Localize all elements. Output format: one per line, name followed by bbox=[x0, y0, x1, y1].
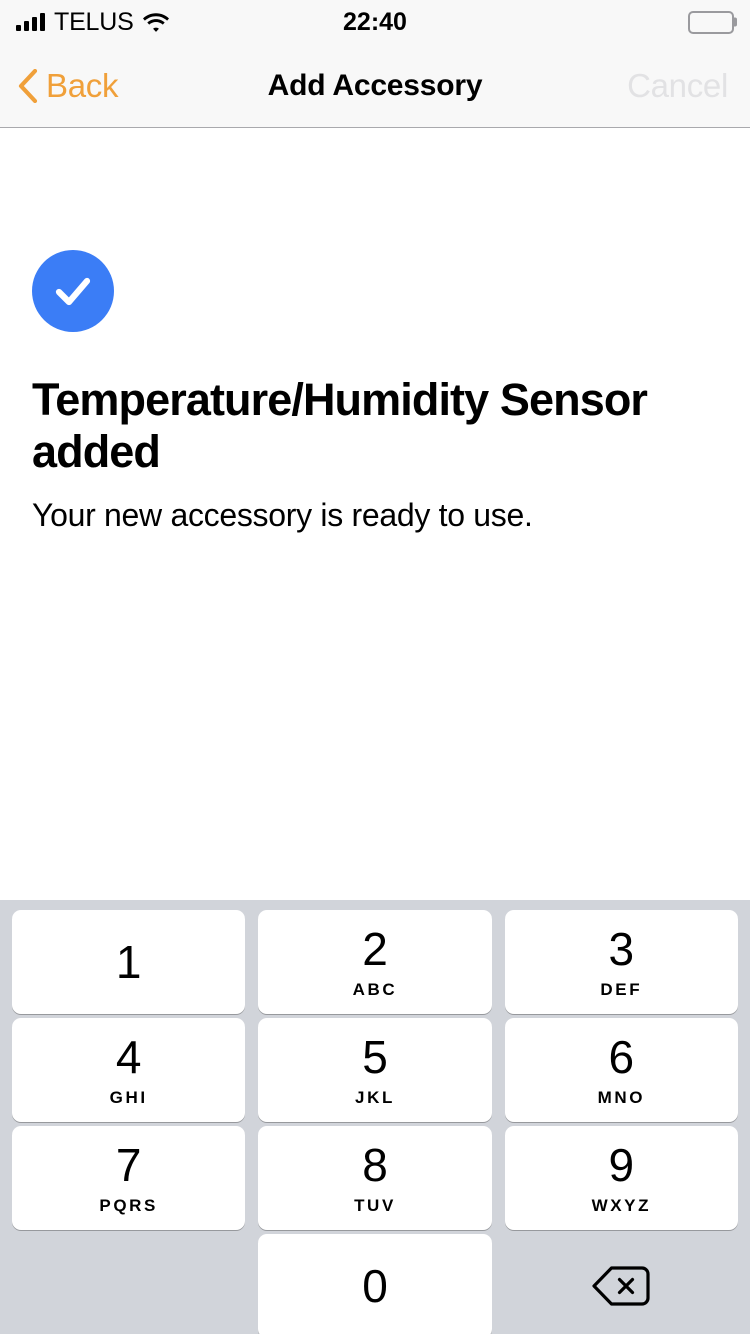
key-digit: 5 bbox=[362, 1031, 388, 1083]
key-letters: TUV bbox=[354, 1196, 396, 1215]
keypad-spacer bbox=[12, 1234, 245, 1334]
key-letters: WXYZ bbox=[591, 1196, 652, 1215]
key-9[interactable]: 9 WXYZ bbox=[504, 1126, 738, 1230]
key-6[interactable]: 6 MNO bbox=[504, 1018, 738, 1122]
carrier-label: TELUS bbox=[54, 7, 134, 36]
key-2[interactable]: 2 ABC bbox=[258, 910, 492, 1014]
iphone-screen: TELUS 22:40 Back Add Accessory Cancel Te… bbox=[0, 0, 750, 1334]
keypad-row: 4 GHI 5 JKL 6 MNO bbox=[0, 1018, 750, 1122]
battery-icon bbox=[688, 10, 737, 34]
key-letters: JKL bbox=[355, 1088, 395, 1107]
navigation-bar: Back Add Accessory Cancel bbox=[0, 44, 750, 128]
keypad-row: 7 PQRS 8 TUV 9 WXYZ bbox=[0, 1126, 750, 1230]
wifi-icon bbox=[142, 12, 169, 32]
key-letters: DEF bbox=[600, 980, 643, 999]
delete-backward-icon bbox=[591, 1264, 651, 1308]
cellular-signal-icon bbox=[16, 13, 45, 31]
success-headline: Temperature/Humidity Sensor added bbox=[32, 374, 648, 478]
keypad-row: 1 2 ABC 3 DEF bbox=[0, 910, 750, 1014]
key-7[interactable]: 7 PQRS bbox=[12, 1126, 246, 1230]
key-digit: 8 bbox=[362, 1139, 388, 1191]
key-letters: PQRS bbox=[99, 1196, 158, 1215]
key-digit: 0 bbox=[362, 1260, 388, 1312]
key-letters: MNO bbox=[597, 1088, 646, 1107]
status-bar-left: TELUS bbox=[16, 7, 169, 36]
key-0[interactable]: 0 bbox=[258, 1234, 492, 1334]
key-4[interactable]: 4 GHI bbox=[12, 1018, 246, 1122]
key-1[interactable]: 1 bbox=[12, 910, 246, 1014]
key-digit: 4 bbox=[115, 1031, 142, 1083]
key-digit: 3 bbox=[608, 923, 635, 975]
cancel-button[interactable]: Cancel bbox=[627, 67, 728, 105]
key-digit: 6 bbox=[608, 1031, 635, 1083]
key-3[interactable]: 3 DEF bbox=[504, 910, 738, 1014]
key-digit: 7 bbox=[115, 1139, 142, 1191]
key-digit: 9 bbox=[608, 1139, 635, 1191]
key-8[interactable]: 8 TUV bbox=[258, 1126, 492, 1230]
keypad-row: 0 bbox=[0, 1234, 750, 1334]
key-5[interactable]: 5 JKL bbox=[258, 1018, 492, 1122]
success-subtitle: Your new accessory is ready to use. bbox=[32, 497, 533, 533]
key-digit: 1 bbox=[115, 936, 142, 988]
checkmark-circle-icon bbox=[32, 250, 114, 332]
delete-backward-key[interactable] bbox=[505, 1234, 738, 1334]
numeric-keypad: 1 2 ABC 3 DEF 4 GHI 5 JKL 6 MNO 7 PQRS 8… bbox=[0, 900, 750, 1334]
status-bar-right bbox=[688, 10, 737, 34]
key-letters: ABC bbox=[352, 980, 398, 999]
key-digit: 2 bbox=[362, 923, 388, 975]
status-bar: TELUS 22:40 bbox=[0, 0, 750, 44]
key-letters: GHI bbox=[109, 1088, 148, 1107]
